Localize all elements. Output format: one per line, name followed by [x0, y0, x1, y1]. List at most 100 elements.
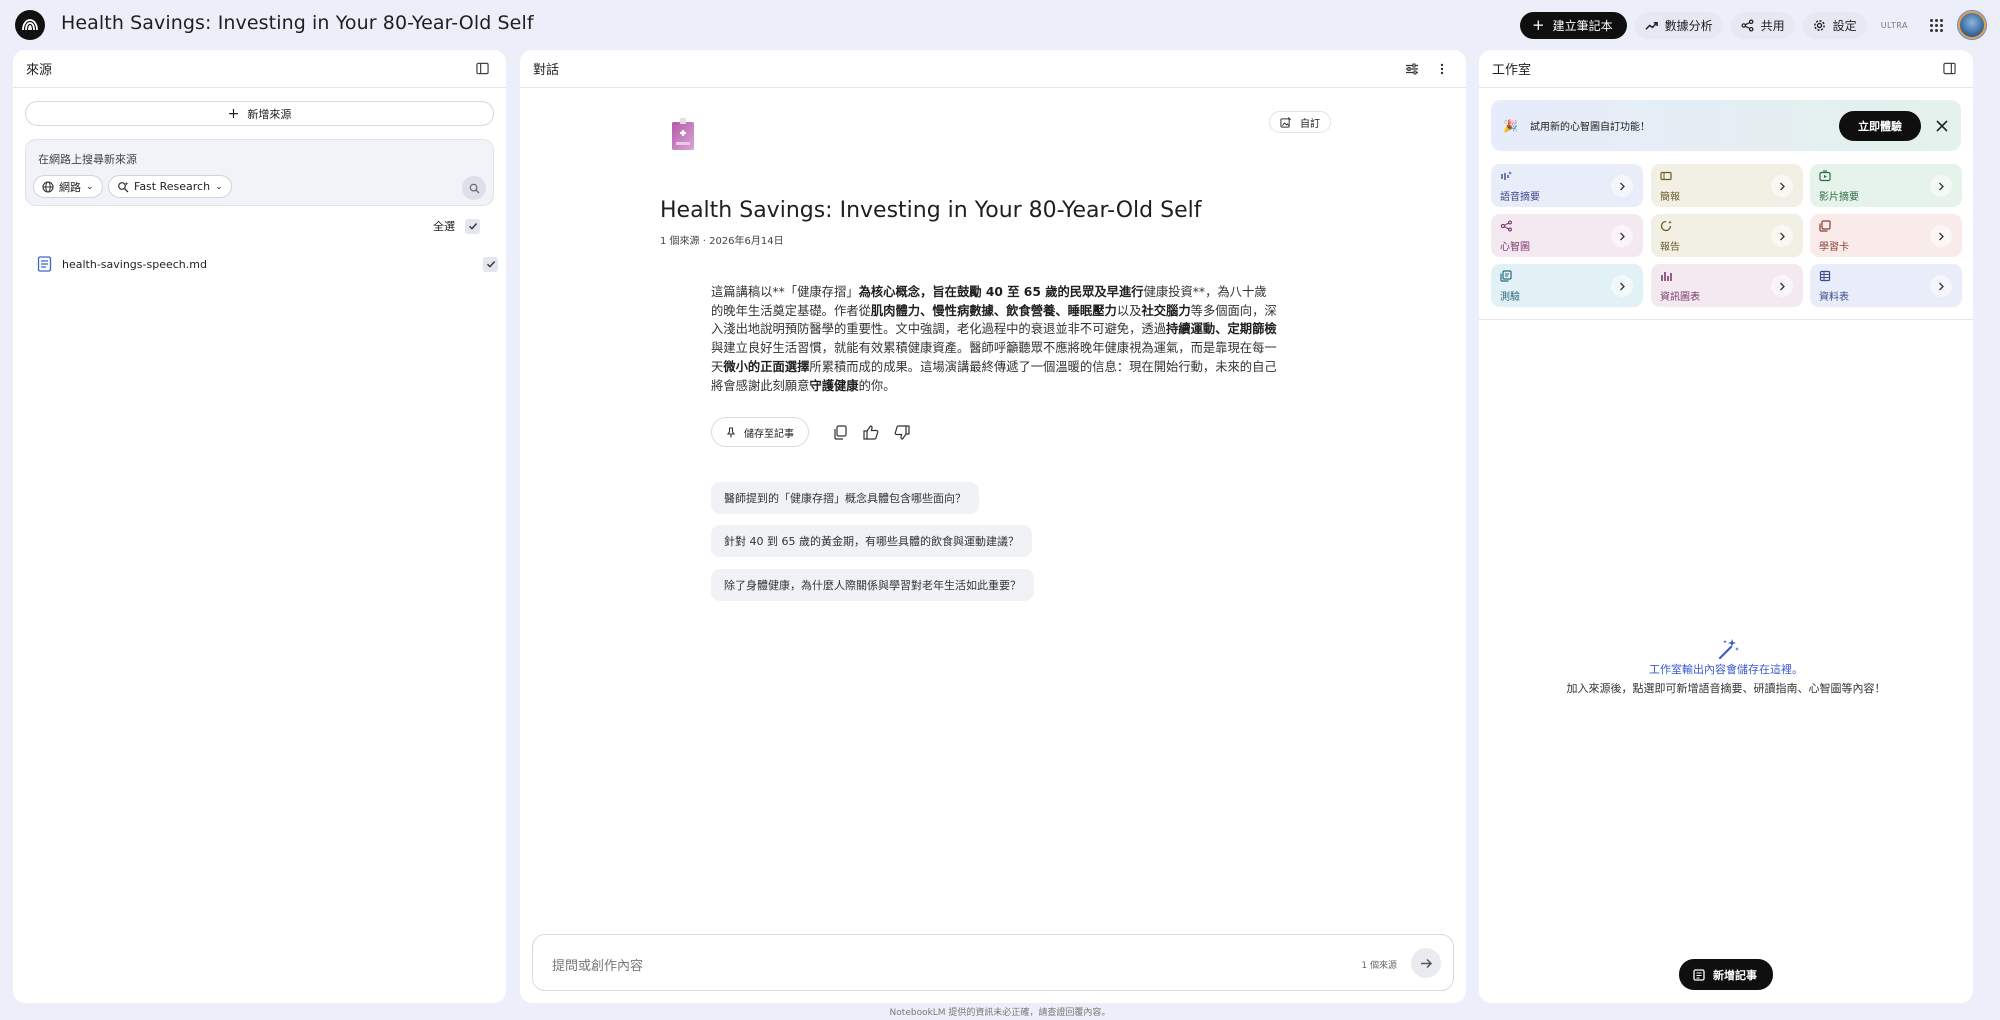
- suggested-question[interactable]: 除了身體健康，為什麼人際關係與學習對老年生活如此重要？: [711, 569, 1034, 601]
- search-input[interactable]: 在網路上搜尋新來源: [38, 151, 137, 167]
- settings-button[interactable]: 設定: [1802, 11, 1867, 39]
- notebooklm-logo-icon[interactable]: [15, 10, 45, 40]
- image-edit-icon: [1280, 116, 1291, 128]
- chat-header: 對話: [520, 50, 1466, 88]
- tune-icon[interactable]: [1401, 58, 1423, 80]
- chevron-right-icon[interactable]: [1771, 225, 1793, 247]
- summary-text: 的你。: [858, 378, 896, 393]
- suggested-question[interactable]: 醫師提到的「健康存摺」概念具體包含哪些面向？: [711, 482, 979, 514]
- source-item-name: health-savings-speech.md: [62, 257, 207, 271]
- chevron-right-icon[interactable]: [1611, 275, 1633, 297]
- analytics-button[interactable]: 數據分析: [1634, 11, 1723, 39]
- data-table-icon: [1819, 270, 1831, 282]
- banner-text: 試用新的心智圖自訂功能！: [1529, 122, 1650, 133]
- summary-text: 以及: [1116, 303, 1142, 318]
- ultra-badge: ULTRA: [1880, 20, 1908, 30]
- research-chip-label: Fast Research: [134, 180, 211, 193]
- chevron-right-icon[interactable]: [1930, 175, 1952, 197]
- select-all-row[interactable]: 全選: [433, 218, 480, 234]
- party-popper-icon: 🎉: [1503, 118, 1518, 133]
- studio-tile[interactable]: 簡報: [1651, 164, 1803, 207]
- sources-panel: 來源 + 新增來源 在網路上搜尋新來源 網路 ⌄ Fast Research ⌄…: [13, 50, 506, 1003]
- studio-tile-label: 心智圖: [1500, 242, 1530, 253]
- studio-tile[interactable]: 資料表: [1810, 264, 1962, 307]
- studio-tile[interactable]: 報告: [1651, 214, 1803, 257]
- create-notebook-button[interactable]: + 建立筆記本: [1520, 11, 1627, 39]
- more-vert-icon[interactable]: [1431, 58, 1453, 80]
- search-sparkle-icon: [118, 181, 129, 192]
- thumbs-down-icon[interactable]: [892, 422, 912, 442]
- infographic-icon: [1661, 272, 1672, 281]
- chat-input[interactable]: 提問或創作內容: [552, 955, 643, 974]
- footer-disclaimer: NotebookLM 提供的資訊未必正確，請查證回覆內容。: [889, 1008, 1111, 1018]
- source-item[interactable]: health-savings-speech.md: [37, 255, 498, 273]
- gear-icon: [1813, 19, 1825, 31]
- check-icon: [468, 223, 477, 230]
- summary-bold-text: 社交腦力: [1141, 303, 1191, 318]
- avatar[interactable]: [1958, 11, 1986, 39]
- plus-icon: +: [227, 105, 240, 122]
- audio-overview-icon: [1501, 171, 1512, 180]
- notebook-title[interactable]: Health Savings: Investing in Your 80-Yea…: [61, 12, 534, 34]
- share-label: 共用: [1760, 18, 1785, 33]
- chevron-right-icon[interactable]: [1930, 225, 1952, 247]
- web-dropdown[interactable]: 網路 ⌄: [33, 175, 103, 198]
- add-source-button[interactable]: + 新增來源: [25, 101, 494, 126]
- summary-bold-text: 肌肉體力、慢性病數據、飲食營養、睡眠壓力: [870, 303, 1117, 318]
- studio-tile-label: 報告: [1660, 242, 1680, 253]
- try-now-button[interactable]: 立即體驗: [1839, 110, 1921, 141]
- check-icon: [486, 261, 495, 268]
- copy-icon[interactable]: [830, 422, 850, 442]
- share-button[interactable]: 共用: [1730, 11, 1795, 39]
- chevron-right-icon[interactable]: [1611, 225, 1633, 247]
- search-icon: [469, 183, 480, 194]
- save-to-note-button[interactable]: 儲存至記事: [711, 417, 809, 447]
- research-mode-dropdown[interactable]: Fast Research ⌄: [108, 175, 232, 198]
- summary-bold-text: 持續運動、定期篩檢: [1166, 322, 1277, 337]
- quiz-icon: [1500, 270, 1512, 282]
- customize-label: 自訂: [1300, 118, 1320, 130]
- source-item-checkbox[interactable]: [483, 256, 498, 272]
- studio-tile[interactable]: 心智圖: [1491, 214, 1643, 257]
- suggested-question[interactable]: 針對 40 到 65 歲的黃金期，有哪些具體的飲食與運動建議？: [711, 525, 1032, 557]
- studio-tile-label: 資訊圖表: [1660, 292, 1700, 303]
- studio-tile-label: 測驗: [1500, 292, 1520, 303]
- arrow-right-icon: [1420, 958, 1432, 968]
- chevron-right-icon[interactable]: [1771, 175, 1793, 197]
- report-icon: [1660, 220, 1672, 232]
- plus-icon: +: [1532, 15, 1545, 34]
- studio-tile[interactable]: 學習卡: [1810, 214, 1962, 257]
- analytics-label: 數據分析: [1664, 18, 1713, 33]
- summary-text: 這篇講稿以**「健康存摺」: [711, 285, 859, 299]
- add-note-button[interactable]: 新增記事: [1679, 959, 1773, 990]
- studio-empty-title: 工作室輸出內容會儲存在這裡。: [1649, 663, 1803, 676]
- search-submit-button[interactable]: [462, 176, 486, 200]
- studio-tile[interactable]: 語音摘要: [1491, 164, 1643, 207]
- mind-map-icon: [1500, 220, 1512, 232]
- web-source-search: 在網路上搜尋新來源 網路 ⌄ Fast Research ⌄: [25, 139, 494, 206]
- close-icon[interactable]: [1927, 111, 1957, 141]
- send-button[interactable]: [1411, 948, 1441, 978]
- studio-tile[interactable]: 測驗: [1491, 264, 1643, 307]
- divider: [1479, 319, 1973, 320]
- collapse-panel-icon[interactable]: [471, 58, 493, 80]
- apps-grid-icon[interactable]: [1922, 11, 1950, 39]
- chevron-right-icon[interactable]: [1611, 175, 1633, 197]
- studio-tile[interactable]: 影片摘要: [1810, 164, 1962, 207]
- add-source-label: 新增來源: [247, 107, 292, 121]
- chevron-right-icon[interactable]: [1771, 275, 1793, 297]
- chevron-right-icon[interactable]: [1930, 275, 1952, 297]
- studio-tile[interactable]: 資訊圖表: [1651, 264, 1803, 307]
- chat-composer[interactable]: 提問或創作內容 1 個來源: [532, 934, 1454, 991]
- globe-icon: [42, 180, 54, 193]
- customize-button[interactable]: 自訂: [1269, 111, 1331, 133]
- chat-title-label: 對話: [533, 63, 560, 78]
- thumbs-up-icon[interactable]: [861, 422, 881, 442]
- chat-panel: 對話 自訂 Health Savings: Investing in Your …: [520, 50, 1466, 1003]
- select-all-label: 全選: [433, 220, 455, 233]
- collapse-panel-icon[interactable]: [1938, 58, 1960, 80]
- sources-title: 來源: [26, 63, 53, 78]
- summary-bold-text: 守護健康: [809, 378, 859, 393]
- select-all-checkbox[interactable]: [465, 218, 480, 234]
- studio-tile-label: 簡報: [1660, 192, 1680, 203]
